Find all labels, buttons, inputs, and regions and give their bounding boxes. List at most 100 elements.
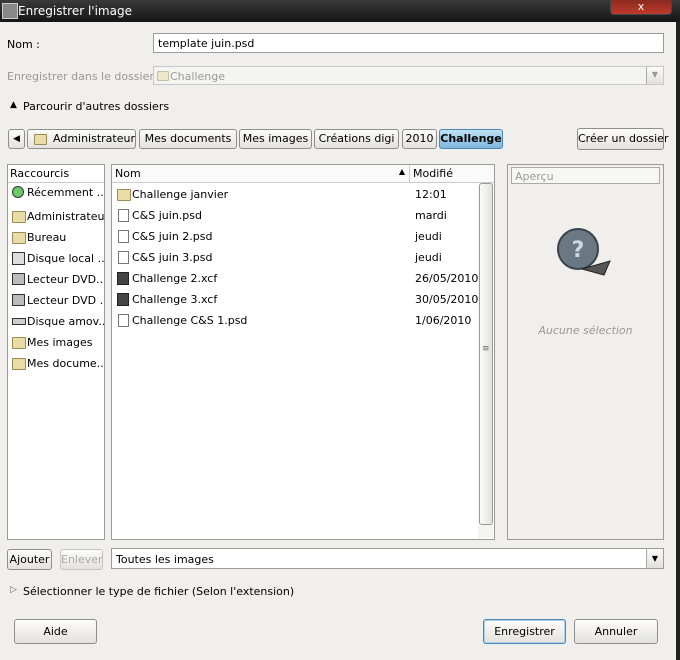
scrollbar-thumb[interactable]: ≡ [479,183,493,525]
places-item-administrateur[interactable]: Administrateur [8,207,104,227]
folder-icon [12,337,26,349]
folder-icon [34,134,47,145]
sort-ascending-icon: ▲ [398,167,405,176]
path-item-challenge[interactable]: Challenge [439,129,503,149]
path-item-mes-images[interactable]: Mes images [239,129,312,149]
dvd-drive-icon [12,294,25,306]
filter-select[interactable]: Toutes les images ▼ [111,548,664,569]
places-item-bureau[interactable]: Bureau [8,228,104,248]
preview-header: Aperçu [511,167,660,184]
file-row[interactable]: C&S juin.psd mardi [112,206,494,226]
places-item-lecteur-dvd-2[interactable]: Lecteur DVD ... [8,291,104,311]
file-modified: jeudi [415,230,442,243]
places-header-label: Raccourcis [10,167,70,180]
file-row[interactable]: Challenge janvier 12:01 [112,185,494,205]
file-row[interactable]: C&S juin 2.psd jeudi [112,227,494,247]
file-row[interactable]: C&S juin 3.psd jeudi [112,248,494,268]
places-item-label: Lecteur DVD... [27,273,105,286]
filename-value: template juin.psd [158,37,255,50]
save-folder-combo: Challenge ▼ [153,66,664,85]
places-item-disque-local[interactable]: Disque local ... [8,249,104,269]
places-item-label: Bureau [27,231,67,244]
file-name: Challenge 3.xcf [132,293,218,306]
column-modified-label: Modifié [413,167,453,180]
path-item-administrateur[interactable]: Administrateur [27,129,136,149]
column-header-name[interactable]: Nom ▲ [112,165,410,182]
file-name: Challenge C&S 1.psd [132,314,248,327]
places-item-label: Disque local ... [27,252,105,265]
preview-header-label: Aperçu [515,170,554,183]
chevron-down-icon: ▼ [646,67,663,84]
places-pane: Raccourcis Récemment ... Administrateur … [7,164,105,540]
dvd-drive-icon [12,273,25,285]
title-bar: Enregistrer l'image x [0,0,680,22]
gimp-image-icon [117,272,129,285]
files-header: Nom ▲ Modifié [112,165,494,183]
close-button[interactable]: x [610,0,672,15]
document-icon [118,209,129,222]
places-item-label: Administrateur [27,210,105,223]
folder-icon [117,189,131,201]
file-name: C&S juin 3.psd [132,251,213,264]
clock-icon [12,186,24,198]
file-row[interactable]: Challenge C&S 1.psd 1/06/2010 [112,311,494,331]
places-item-label: Disque amov... [27,315,105,328]
path-item-label: Administrateur [53,132,135,145]
window-border [676,22,680,660]
filename-input[interactable]: template juin.psd [153,33,664,53]
file-modified: 1/06/2010 [415,314,472,327]
document-icon [118,314,129,327]
file-name: Challenge 2.xcf [132,272,218,285]
places-item-disque-amovible[interactable]: Disque amov... [8,312,104,332]
places-item-label: Lecteur DVD ... [27,294,105,307]
question-icon: ? [557,228,611,276]
places-header: Raccourcis [8,165,104,183]
file-modified: jeudi [415,251,442,264]
file-name: C&S juin 2.psd [132,230,213,243]
add-bookmark-button[interactable]: Ajouter [7,549,52,570]
places-item-label: Récemment ... [27,186,105,199]
browse-folders-label: Parcourir d'autres dossiers [23,100,170,113]
preview-pane: Aperçu ? Aucune sélection [507,164,664,540]
places-item-mes-documents[interactable]: Mes docume... [8,354,104,374]
files-scrollbar[interactable]: ≡ [478,183,493,538]
gimp-image-icon [117,293,129,306]
preview-empty-text: Aucune sélection [538,324,633,337]
file-row[interactable]: Challenge 3.xcf 30/05/2010 [112,290,494,310]
column-header-modified[interactable]: Modifié [410,165,494,182]
places-item-mes-images[interactable]: Mes images [8,333,104,353]
file-modified: 26/05/2010 [415,272,479,285]
folder-icon [12,211,26,223]
save-folder-label: Enregistrer dans le dossier : [7,70,162,83]
window-title: Enregistrer l'image [18,4,132,18]
places-item-lecteur-dvd-1[interactable]: Lecteur DVD... [8,270,104,290]
places-item-label: Mes docume... [27,357,105,370]
save-button[interactable]: Enregistrer [483,619,566,644]
chevron-down-icon: ▼ [646,549,663,568]
column-name-label: Nom [115,167,141,180]
path-item-2010[interactable]: 2010 [402,129,437,149]
file-row[interactable]: Challenge 2.xcf 26/05/2010 [112,269,494,289]
remove-bookmark-button[interactable]: Enlever [60,549,103,570]
document-icon [118,251,129,264]
path-item-mes-documents[interactable]: Mes documents [139,129,237,149]
file-modified: 30/05/2010 [415,293,479,306]
places-item-recent[interactable]: Récemment ... [8,184,104,204]
files-pane: Nom ▲ Modifié Challenge janvier 12:01 C&… [111,164,495,540]
path-item-creations-digi[interactable]: Créations digi [314,129,399,149]
path-back-button[interactable]: ◀ [8,129,25,149]
create-folder-button[interactable]: Créer un dossier [577,128,668,150]
expander-closed-icon: ▷ [10,585,17,595]
file-type-label: Sélectionner le type de fichier (Selon l… [23,585,295,598]
document-icon [118,230,129,243]
folder-icon [12,358,26,370]
folder-icon [12,232,26,244]
save-image-dialog: Enregistrer l'image x Nom : template jui… [0,0,680,660]
gimp-app-icon [2,3,18,19]
svg-text:?: ? [572,238,585,263]
removable-disk-icon [12,318,26,325]
cancel-button[interactable]: Annuler [574,619,658,644]
help-button[interactable]: Aide [14,619,97,644]
grip-icon: ≡ [482,344,490,354]
folder-icon [157,71,169,81]
